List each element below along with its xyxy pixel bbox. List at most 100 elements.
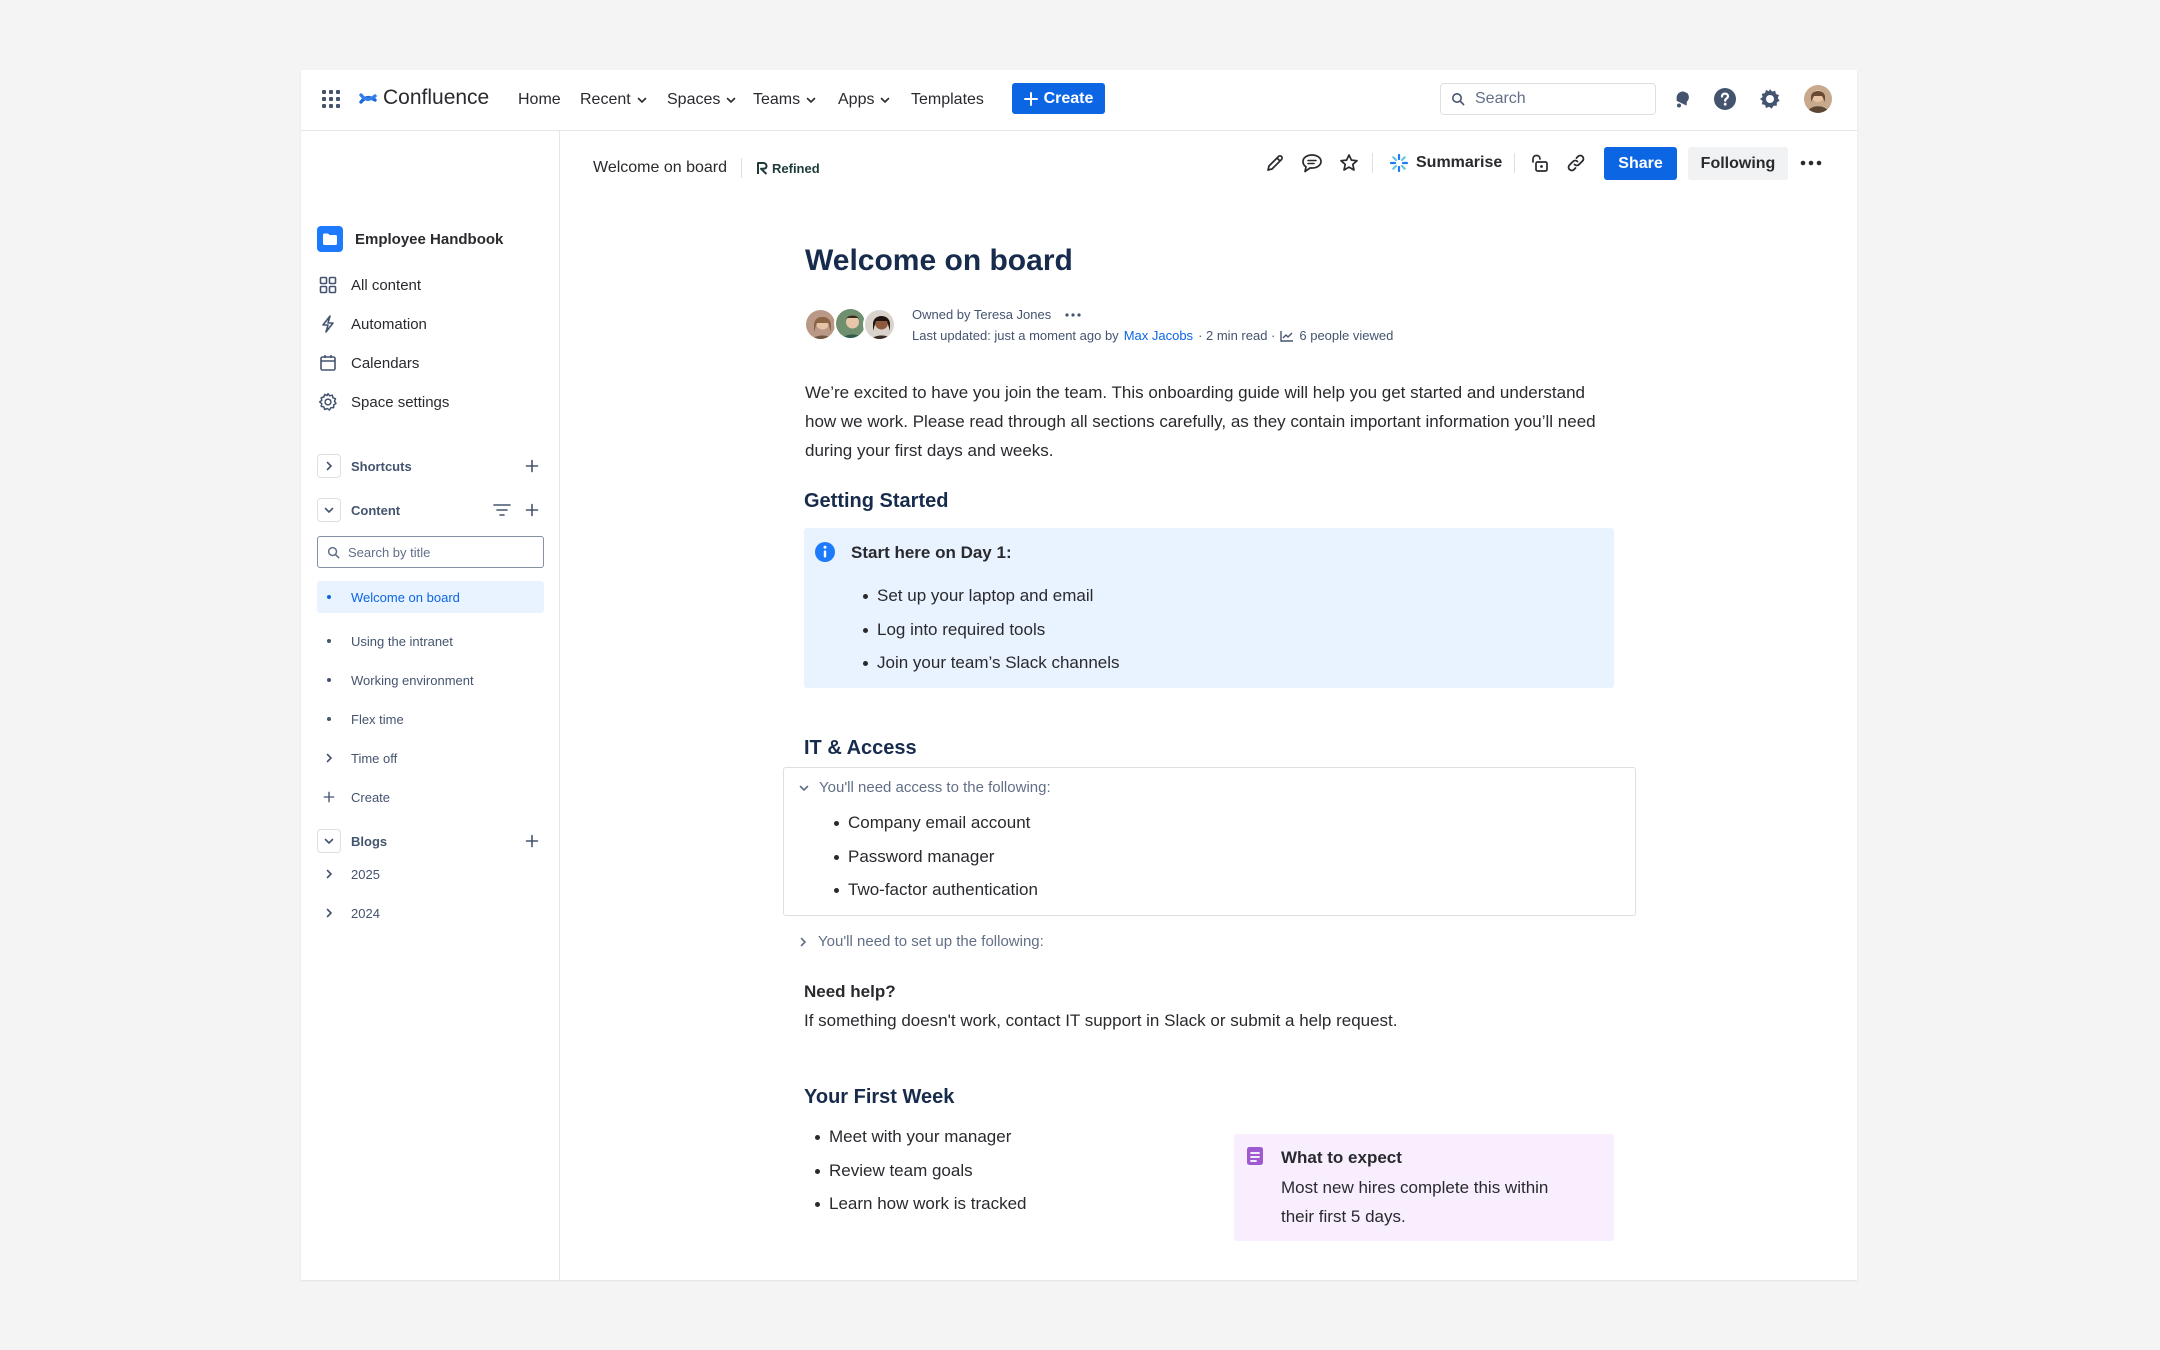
tree-item-flex-time[interactable]: Flex time bbox=[317, 703, 544, 735]
search-by-title-input[interactable]: Search by title bbox=[317, 536, 544, 568]
tree-item-using-the-intranet[interactable]: Using the intranet bbox=[317, 625, 544, 657]
confluence-window: Confluence Home Recent Spaces Teams Apps… bbox=[301, 70, 1857, 1280]
nav-home[interactable]: Home bbox=[518, 88, 561, 112]
help-icon[interactable] bbox=[1712, 86, 1738, 112]
sidebar-item-automation[interactable]: Automation bbox=[317, 309, 545, 339]
last-updated-line: Last updated: just a moment ago by Max J… bbox=[912, 328, 1394, 343]
more-actions-icon[interactable] bbox=[1798, 150, 1824, 176]
chevron-down-icon bbox=[879, 94, 891, 106]
info-panel-title: Start here on Day 1: bbox=[851, 543, 1012, 562]
breadcrumb-page[interactable]: Welcome on board bbox=[593, 159, 727, 177]
chevron-right-icon[interactable] bbox=[317, 454, 341, 478]
author-link[interactable]: Max Jacobs bbox=[1124, 328, 1193, 343]
copy-link-icon[interactable] bbox=[1563, 150, 1589, 176]
heading-first-week: Your First Week bbox=[804, 1086, 955, 1108]
filter-icon[interactable] bbox=[493, 503, 511, 517]
space-sidebar: Employee Handbook All content Automation… bbox=[301, 131, 560, 1280]
space-folder-icon bbox=[317, 226, 343, 252]
expand-header[interactable]: You'll need access to the following: bbox=[798, 779, 1051, 796]
settings-gear-icon[interactable] bbox=[1757, 86, 1783, 112]
top-navigation: Confluence Home Recent Spaces Teams Apps… bbox=[301, 70, 1857, 131]
divider bbox=[741, 158, 742, 178]
heading-it-access: IT & Access bbox=[804, 737, 917, 759]
chevron-down-icon bbox=[805, 94, 817, 106]
refined-logo-icon bbox=[756, 161, 769, 175]
shortcuts-section[interactable]: Shortcuts bbox=[317, 453, 545, 479]
nav-recent[interactable]: Recent bbox=[580, 88, 648, 112]
confluence-logo-icon bbox=[359, 89, 377, 107]
summarise-button[interactable]: Summarise bbox=[1389, 150, 1502, 176]
space-header[interactable]: Employee Handbook bbox=[317, 224, 545, 254]
search-icon bbox=[327, 546, 340, 559]
note-icon bbox=[1246, 1146, 1264, 1166]
list-item: Review team goals bbox=[813, 1161, 1193, 1195]
access-list: Company email account Password manager T… bbox=[832, 813, 1532, 914]
star-icon[interactable] bbox=[1336, 150, 1362, 176]
note-title: What to expect bbox=[1281, 1148, 1402, 1167]
app-switcher-icon[interactable] bbox=[321, 89, 341, 109]
confluence-logo[interactable]: Confluence bbox=[359, 86, 489, 110]
contributors-avatars[interactable] bbox=[804, 307, 904, 344]
nav-spaces[interactable]: Spaces bbox=[667, 88, 737, 112]
nav-teams[interactable]: Teams bbox=[753, 88, 817, 112]
content-section[interactable]: Content bbox=[317, 497, 545, 523]
nav-apps[interactable]: Apps bbox=[838, 88, 891, 112]
first-week-list: Meet with your manager Review team goals… bbox=[813, 1127, 1193, 1228]
toolbar-divider bbox=[1514, 153, 1515, 173]
tree-item-working-environment[interactable]: Working environment bbox=[317, 664, 544, 696]
global-search-input[interactable]: Search bbox=[1440, 83, 1656, 115]
breadcrumb: Welcome on board Refined bbox=[593, 158, 820, 178]
comment-icon[interactable] bbox=[1299, 150, 1325, 176]
owner-line: Owned by Teresa Jones bbox=[912, 307, 1081, 322]
chevron-down-icon[interactable] bbox=[317, 498, 341, 522]
add-blog-plus-icon[interactable] bbox=[525, 834, 539, 848]
expand-setup-collapsed[interactable]: You'll need to set up the following: bbox=[797, 933, 1044, 950]
people-viewed[interactable]: 6 people viewed bbox=[1299, 328, 1393, 343]
toolbar-divider bbox=[1372, 153, 1373, 173]
tree-create-button[interactable]: Create bbox=[317, 781, 544, 813]
sidebar-item-space-settings[interactable]: Space settings bbox=[317, 387, 545, 417]
bullet-icon bbox=[317, 717, 341, 721]
sidebar-item-all-content[interactable]: All content bbox=[317, 270, 545, 300]
plus-icon bbox=[317, 791, 341, 803]
ai-sparkle-icon bbox=[1389, 153, 1409, 173]
blogs-section[interactable]: Blogs bbox=[317, 828, 545, 854]
calendar-icon bbox=[317, 352, 339, 374]
blog-year-2025[interactable]: 2025 bbox=[317, 858, 544, 890]
heading-getting-started: Getting Started bbox=[804, 490, 949, 512]
create-button[interactable]: Create bbox=[1012, 83, 1105, 114]
tree-item-time-off[interactable]: Time off bbox=[317, 742, 544, 774]
note-text: Most new hires complete this within thei… bbox=[1281, 1178, 1549, 1226]
bullet-icon bbox=[317, 595, 341, 599]
avatar bbox=[804, 308, 837, 341]
blog-year-2024[interactable]: 2024 bbox=[317, 897, 544, 929]
day-one-list: Set up your laptop and email Log into re… bbox=[861, 586, 1561, 687]
nav-templates[interactable]: Templates bbox=[911, 88, 984, 112]
chevron-right-icon[interactable] bbox=[317, 869, 341, 879]
tree-item-welcome-on-board[interactable]: Welcome on board bbox=[317, 581, 544, 613]
add-content-plus-icon[interactable] bbox=[525, 503, 539, 517]
notifications-icon[interactable] bbox=[1669, 86, 1695, 112]
refined-badge[interactable]: Refined bbox=[756, 161, 820, 176]
add-shortcut-plus-icon[interactable] bbox=[525, 459, 539, 473]
profile-avatar[interactable] bbox=[1804, 85, 1832, 113]
share-button[interactable]: Share bbox=[1604, 147, 1677, 180]
chevron-right-icon[interactable] bbox=[317, 753, 341, 763]
sidebar-item-calendars[interactable]: Calendars bbox=[317, 348, 545, 378]
expand-access-open: You'll need access to the following: Com… bbox=[783, 767, 1636, 916]
analytics-chart-icon bbox=[1280, 330, 1294, 342]
chevron-down-icon[interactable] bbox=[317, 829, 341, 853]
list-item: Log into required tools bbox=[861, 620, 1561, 654]
restrictions-unlock-icon[interactable] bbox=[1527, 150, 1553, 176]
gear-icon bbox=[317, 391, 339, 413]
list-item: Learn how work is tracked bbox=[813, 1194, 1193, 1228]
more-icon[interactable] bbox=[1065, 312, 1081, 317]
chevron-right-icon[interactable] bbox=[317, 908, 341, 918]
list-item: Meet with your manager bbox=[813, 1127, 1193, 1161]
list-item: Two-factor authentication bbox=[832, 880, 1532, 914]
list-item: Join your team’s Slack channels bbox=[861, 653, 1561, 687]
plus-icon bbox=[1023, 91, 1038, 106]
bullet-icon bbox=[317, 678, 341, 682]
edit-pencil-icon[interactable] bbox=[1262, 150, 1288, 176]
following-button[interactable]: Following bbox=[1688, 147, 1788, 180]
